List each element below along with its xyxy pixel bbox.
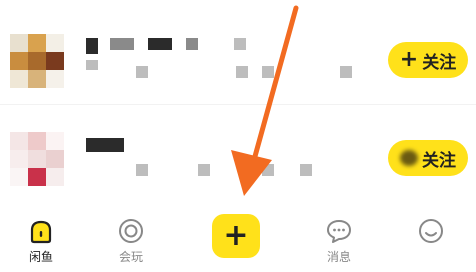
follow-button[interactable]: + 关注 — [388, 140, 468, 176]
feed-item[interactable]: + 关注 — [0, 30, 476, 90]
tab-label: 消息 — [326, 250, 351, 264]
plus-icon: + — [399, 47, 419, 72]
fish-home-icon — [30, 220, 52, 244]
plus-icon: + — [400, 150, 418, 166]
divider — [0, 104, 476, 105]
follow-button[interactable]: + 关注 — [388, 42, 468, 78]
plus-icon: + — [223, 218, 249, 253]
avatar[interactable] — [10, 132, 64, 186]
publish-button[interactable]: + — [212, 214, 260, 258]
tab-label: 会玩 — [118, 250, 143, 264]
follow-label: 关注 — [422, 150, 456, 171]
circle-target-icon — [119, 219, 143, 243]
tab-home[interactable]: 闲鱼 — [6, 204, 76, 272]
tab-play[interactable]: 会玩 — [96, 204, 166, 272]
feed-item[interactable]: + 关注 — [0, 128, 476, 188]
chat-bubble-icon — [327, 220, 351, 243]
avatar[interactable] — [10, 34, 64, 88]
smiley-icon — [419, 219, 443, 243]
tab-messages[interactable]: 消息 — [304, 204, 374, 272]
follow-label: 关注 — [422, 52, 457, 73]
tab-label: 闲鱼 — [28, 250, 53, 264]
tab-profile[interactable] — [396, 204, 466, 272]
